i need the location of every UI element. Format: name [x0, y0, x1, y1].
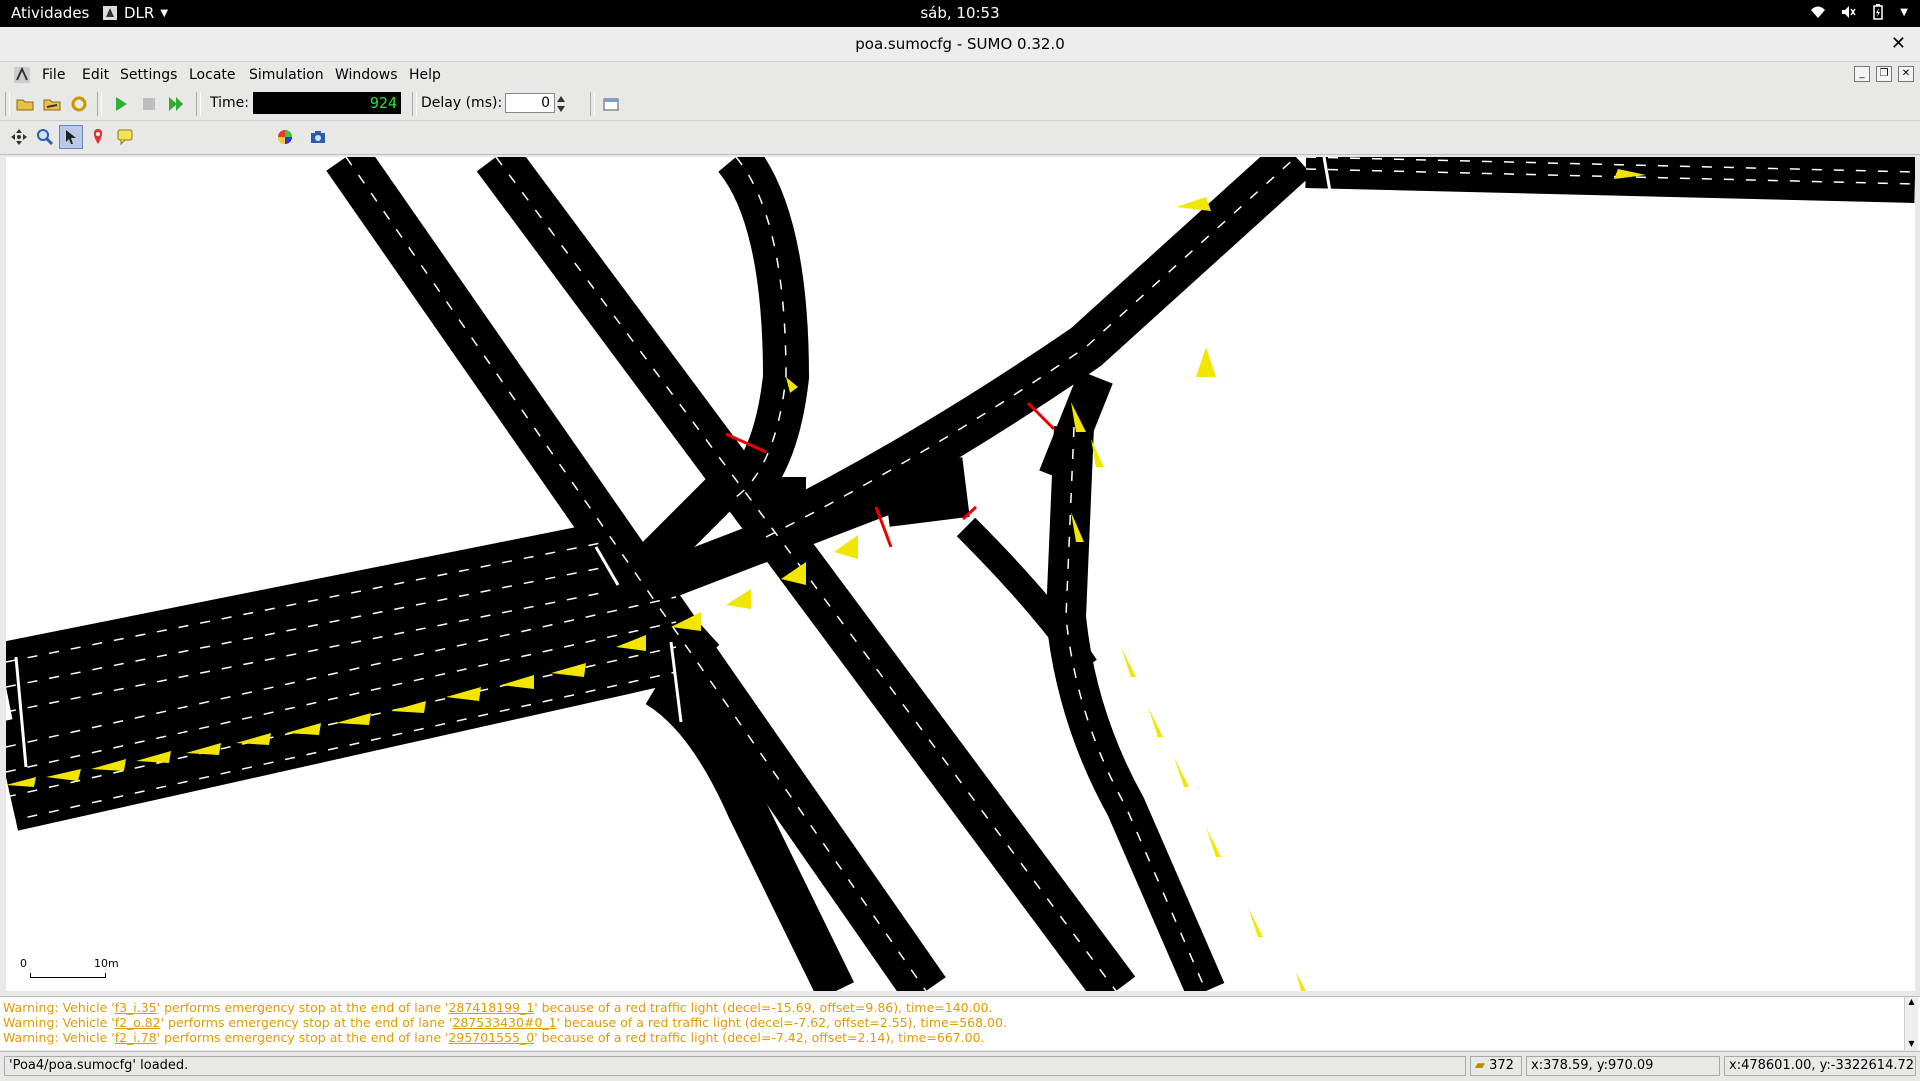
open-folder-icon: [16, 99, 34, 111]
toolbar-grip[interactable]: [5, 92, 10, 116]
mdi-close-button[interactable]: ✕: [1898, 66, 1914, 82]
delay-label: Delay (ms):: [421, 95, 503, 111]
camera-icon: [311, 131, 325, 143]
log-line: Warning: Vehicle 'f3_i.35' performs emer…: [3, 1000, 993, 1015]
vehicle-count: 372: [1489, 1058, 1514, 1073]
locate-icon: [93, 129, 103, 144]
lane-link[interactable]: 287418199_1: [448, 1000, 534, 1015]
toggle-tooltips-button[interactable]: [113, 125, 137, 149]
window-icon: [603, 98, 619, 111]
road-network: [6, 157, 1915, 991]
system-top-bar: Atividades DLR ▼ sáb, 10:53 ▼: [0, 0, 1920, 27]
reload-icon: [71, 96, 87, 112]
lane-link[interactable]: 295701555_0: [448, 1030, 534, 1045]
run-button[interactable]: [109, 92, 133, 116]
time-display: 924: [253, 92, 401, 114]
clock[interactable]: sáb, 10:53: [0, 4, 1920, 22]
toolbar-grip[interactable]: [97, 92, 102, 116]
toolbar-grip[interactable]: [412, 92, 417, 116]
menu-bar: File Edit Settings Locate Simulation Win…: [0, 62, 1920, 89]
app-menu[interactable]: DLR ▼: [102, 4, 168, 22]
toolbar-grip[interactable]: [196, 92, 201, 116]
vehicle-link[interactable]: f3_i.35: [115, 1000, 157, 1015]
status-message: 'Poa4/poa.sumocfg' loaded.: [4, 1056, 1466, 1076]
menu-edit[interactable]: Edit: [82, 67, 109, 83]
delay-input[interactable]: 0: [505, 93, 555, 113]
menu-settings[interactable]: Settings: [120, 67, 177, 83]
scale-distance-label: 10m: [94, 957, 119, 970]
volume-muted-icon: [1842, 6, 1856, 18]
recenter-view-button[interactable]: [7, 125, 31, 149]
log-scrollbar[interactable]: ▲ ▼: [1904, 997, 1918, 1050]
cursor-icon: [66, 130, 76, 144]
locate-edge-button[interactable]: [86, 125, 110, 149]
stop-icon: [143, 98, 155, 110]
chevron-down-icon: ▼: [160, 7, 169, 19]
open-config-button[interactable]: [13, 92, 37, 116]
app-icon: [103, 6, 117, 20]
play-icon: [116, 97, 127, 111]
delay-spinner[interactable]: [556, 93, 566, 115]
log-line: Warning: Vehicle 'f2_i.78' performs emer…: [3, 1030, 985, 1045]
edit-coloring-button[interactable]: [273, 125, 297, 149]
menu-file[interactable]: File: [42, 67, 65, 83]
scale-bar-line: [30, 973, 106, 978]
view-toolbar: standard ▼: [0, 121, 1920, 269]
locate-junction-button[interactable]: [59, 125, 83, 149]
window-title: poa.sumocfg - SUMO 0.32.0: [855, 35, 1065, 53]
car-icon: ▰: [1475, 1058, 1485, 1073]
status-bar: 'Poa4/poa.sumocfg' loaded. ▰ 372 x:378.5…: [0, 1051, 1920, 1081]
time-label: Time:: [210, 95, 249, 111]
open-network-icon: [43, 99, 61, 111]
system-tray[interactable]: ▼: [1810, 4, 1908, 20]
stop-button[interactable]: [137, 92, 161, 116]
magnifier-icon: [37, 129, 54, 146]
app-name: DLR: [124, 4, 155, 22]
lane-link[interactable]: 287533430#0_1: [452, 1015, 556, 1030]
cursor-coordinates: x:378.59, y:970.09: [1526, 1056, 1720, 1076]
mdi-minimize-button[interactable]: _: [1854, 66, 1870, 82]
sumo-app-icon[interactable]: [14, 67, 30, 83]
scroll-up-icon[interactable]: ▲: [1905, 997, 1918, 1006]
vehicle-counter: ▰ 372: [1470, 1056, 1522, 1076]
zoom-button[interactable]: [33, 125, 57, 149]
geo-coordinates: x:478601.00, y:-3322614.72: [1724, 1056, 1916, 1076]
chevron-down-icon: ▼: [1900, 6, 1908, 18]
menu-windows[interactable]: Windows: [335, 67, 398, 83]
message-log[interactable]: Warning: Vehicle 'f3_i.35' performs emer…: [0, 996, 1920, 1050]
activities-button[interactable]: Atividades: [11, 4, 89, 22]
simulation-view-canvas[interactable]: 0 10m: [6, 157, 1915, 991]
scale-zero-label: 0: [20, 957, 27, 970]
step-icon: [169, 97, 183, 111]
close-window-button[interactable]: ✕: [1891, 33, 1906, 54]
menu-help[interactable]: Help: [409, 67, 441, 83]
vehicle-link[interactable]: f2_o.82: [115, 1015, 161, 1030]
recenter-icon: [11, 129, 27, 145]
menu-locate[interactable]: Locate: [189, 67, 236, 83]
mdi-restore-button[interactable]: ❐: [1876, 66, 1892, 82]
reload-button[interactable]: [67, 92, 91, 116]
window-title-bar: poa.sumocfg - SUMO 0.32.0 ✕: [0, 27, 1920, 62]
log-line: Warning: Vehicle 'f2_o.82' performs emer…: [3, 1015, 1007, 1030]
open-network-button[interactable]: [40, 92, 64, 116]
tooltip-icon: [117, 129, 133, 146]
scale-bar: 0 10m: [14, 957, 119, 987]
wifi-icon: [1811, 6, 1826, 18]
vehicle-link[interactable]: f2_i.78: [115, 1030, 157, 1045]
step-button[interactable]: [164, 92, 188, 116]
scroll-down-icon[interactable]: ▼: [1905, 1039, 1918, 1048]
new-view-button[interactable]: [599, 92, 623, 116]
toolbar-grip[interactable]: [590, 92, 595, 116]
battery-icon: [1873, 4, 1884, 20]
menu-simulation[interactable]: Simulation: [249, 67, 324, 83]
screenshot-button[interactable]: [306, 125, 330, 149]
color-wheel-icon: [278, 130, 292, 144]
